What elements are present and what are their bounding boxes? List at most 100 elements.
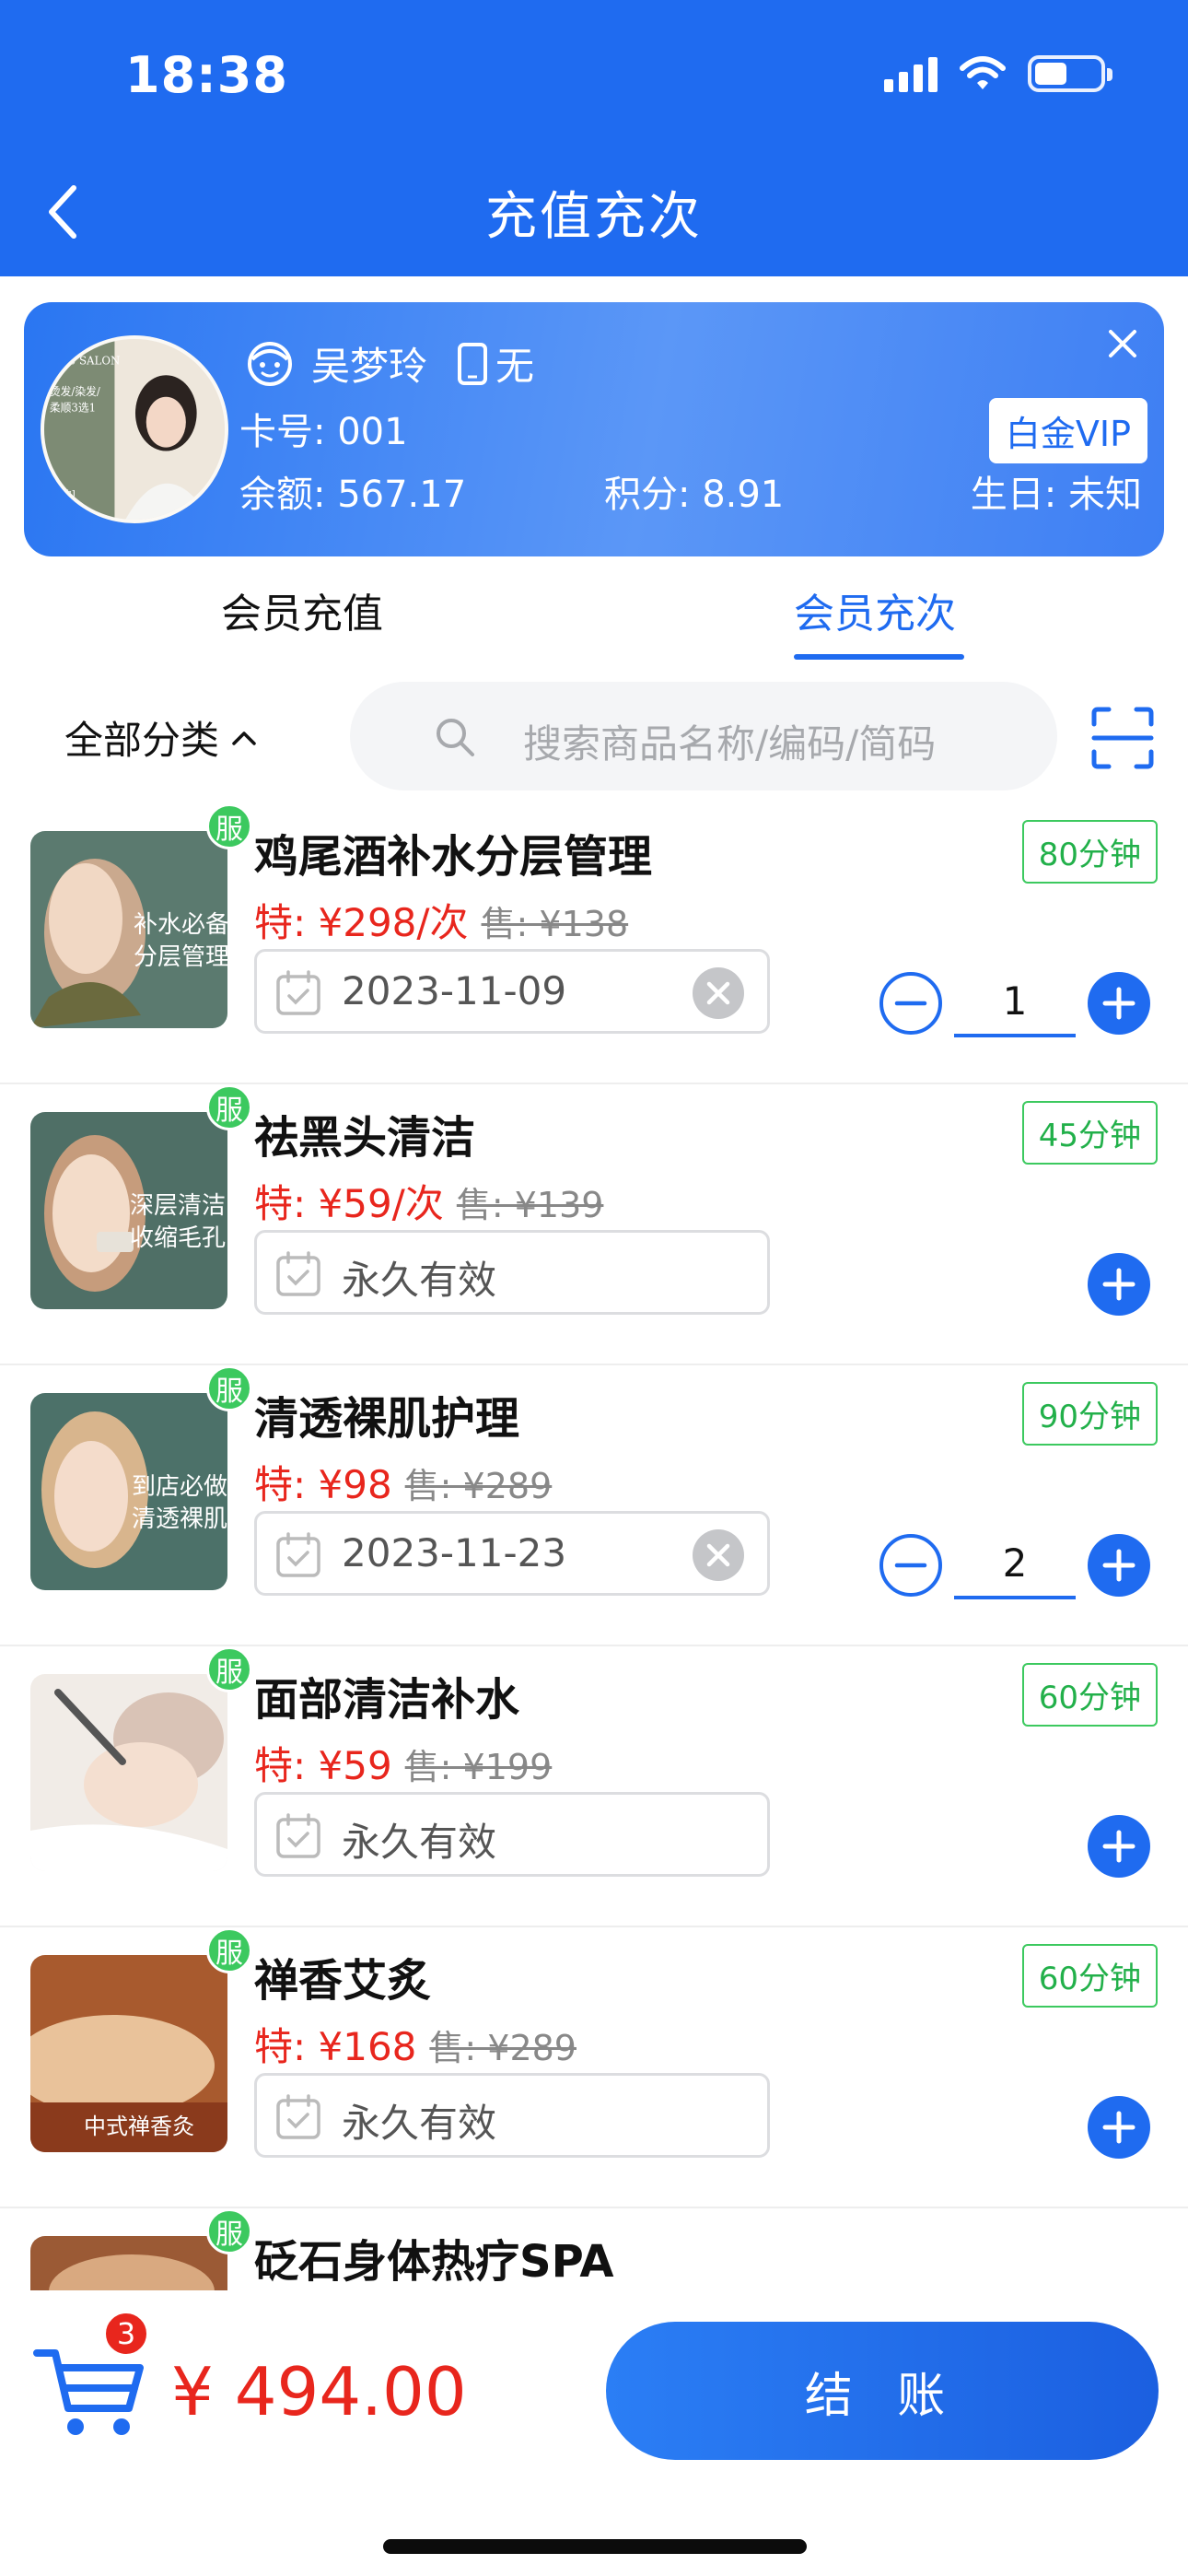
product-name: 清透裸肌护理: [254, 1393, 520, 1445]
service-badge: 服: [206, 803, 252, 849]
battery-icon: [1028, 55, 1112, 92]
special-price: 特: ¥298/次: [254, 900, 469, 945]
page-title: 充值充次: [485, 187, 703, 247]
category-dropdown[interactable]: 全部分类: [64, 709, 258, 766]
product-thumbnail: 深层清洁 收缩毛孔: [30, 1112, 227, 1309]
product-item[interactable]: 补水必备 分层管理 服 鸡尾酒补水分层管理 80分钟 特: ¥298/次 售: ¥…: [0, 803, 1188, 1084]
svg-text:收缩毛孔: 收缩毛孔: [130, 1224, 226, 1252]
validity-date-picker[interactable]: 永久有效: [254, 2073, 770, 2158]
search-icon: [437, 719, 474, 756]
cart-count-badge: 3: [103, 2311, 149, 2357]
validity-text: 永久有效: [342, 2101, 497, 2146]
calendar-icon: [276, 1251, 320, 1296]
user-face-icon: [248, 341, 292, 386]
chevron-up-icon: [232, 731, 256, 745]
calendar-icon: [276, 2094, 320, 2139]
decrease-quantity-button[interactable]: [879, 971, 943, 1036]
price-line: 特: ¥59/次 售: ¥139: [254, 1173, 603, 1229]
svg-text:烫发/染发/: 烫发/染发/: [50, 385, 100, 398]
phone-icon: [458, 342, 488, 385]
validity-text: 2023-11-23: [342, 1530, 567, 1575]
duration-tag: 80分钟: [1021, 820, 1158, 884]
service-badge: 服: [206, 1927, 252, 1973]
service-badge: 服: [206, 2208, 252, 2254]
svg-text:分层管理: 分层管理: [134, 943, 227, 971]
original-price: 售: ¥139: [456, 1185, 604, 1225]
increase-quantity-button[interactable]: [1087, 1814, 1151, 1879]
validity-date-picker[interactable]: 永久有效: [254, 1792, 770, 1877]
calendar-icon: [276, 1532, 320, 1577]
duration-tag: 45分钟: [1021, 1101, 1158, 1165]
calendar-icon: [276, 1813, 320, 1858]
service-badge: 服: [206, 1365, 252, 1411]
active-tab-indicator: [794, 654, 964, 660]
product-item[interactable]: 中式禅香灸 服 禅香艾炙 60分钟 特: ¥168 售: ¥289 永久有效: [0, 1927, 1188, 2208]
product-item[interactable]: 服 面部清洁补水 60分钟 特: ¥59 售: ¥199 永久有效: [0, 1646, 1188, 1927]
vip-level-badge: 白金VIP: [988, 398, 1147, 463]
clear-icon[interactable]: [692, 966, 745, 1020]
special-price: 特: ¥59: [254, 1743, 392, 1788]
validity-text: 永久有效: [342, 1820, 497, 1865]
app-header: 18:38 充值充次: [0, 0, 1188, 276]
product-name: 面部清洁补水: [254, 1674, 520, 1726]
close-icon[interactable]: [1101, 322, 1144, 365]
product-name: 祛黑头清洁: [254, 1112, 476, 1164]
product-thumbnail: 中式禅香灸: [30, 1955, 227, 2152]
calendar-icon: [276, 970, 320, 1015]
status-icons: [884, 55, 1112, 92]
service-badge: 服: [206, 1646, 252, 1692]
member-name: 吴梦玲: [311, 344, 428, 389]
duration-tag: 60分钟: [1021, 1663, 1158, 1727]
member-card-number: 卡号: 001: [239, 411, 408, 453]
member-points: 积分: 8.91: [604, 474, 785, 516]
svg-text:[爆款]: [爆款]: [48, 488, 76, 500]
quantity-field[interactable]: 1: [954, 969, 1076, 1037]
member-balance: 余额: 567.17: [239, 474, 467, 516]
svg-text:柔顺3选1: 柔顺3选1: [50, 401, 96, 414]
tab-member-recharge[interactable]: 会员充值: [221, 580, 383, 639]
svg-text:清透裸肌: 清透裸肌: [132, 1505, 227, 1533]
checkout-bar: 3 ¥ 494.00 结 账: [0, 2290, 1188, 2576]
svg-text:到店必做: 到店必做: [132, 1473, 227, 1501]
svg-text:深层清洁: 深层清洁: [130, 1192, 226, 1220]
increase-quantity-button[interactable]: [1087, 1533, 1151, 1598]
product-name: 禅香艾炙: [254, 1955, 432, 2007]
quantity-field[interactable]: 2: [954, 1531, 1076, 1599]
validity-date-picker[interactable]: 2023-11-23: [254, 1511, 770, 1596]
svg-text:Y·10 SALON: Y·10 SALON: [51, 354, 120, 367]
price-line: 特: ¥59 售: ¥199: [254, 1735, 552, 1791]
product-item[interactable]: 到店必做 清透裸肌 服 清透裸肌护理 90分钟 特: ¥98 售: ¥289 20…: [0, 1365, 1188, 1646]
duration-tag: 90分钟: [1021, 1382, 1158, 1446]
original-price: 售: ¥289: [429, 2028, 577, 2068]
original-price: 售: ¥289: [404, 1466, 553, 1506]
search-placeholder: 搜索商品名称/编码/简码: [523, 721, 937, 767]
special-price: 特: ¥98: [254, 1462, 392, 1507]
validity-date-picker[interactable]: 2023-11-09: [254, 949, 770, 1034]
tab-member-count[interactable]: 会员充次: [794, 580, 956, 639]
increase-quantity-button[interactable]: [1087, 2095, 1151, 2160]
search-input[interactable]: 搜索商品名称/编码/简码: [350, 682, 1057, 790]
member-stats: 余额: 567.17 积分: 8.91 生日: 未知: [239, 464, 1142, 518]
svg-text:补水必备: 补水必备: [134, 911, 227, 939]
duration-tag: 60分钟: [1021, 1944, 1158, 2008]
scan-icon[interactable]: [1090, 706, 1155, 770]
special-price: 特: ¥168: [254, 2024, 417, 2069]
special-price: 特: ¥59/次: [254, 1181, 444, 1226]
cellular-signal-icon: [884, 55, 938, 92]
decrease-quantity-button[interactable]: [879, 1533, 943, 1598]
increase-quantity-button[interactable]: [1087, 1252, 1151, 1317]
svg-text:中式禅香灸: 中式禅香灸: [84, 2113, 194, 2139]
validity-date-picker[interactable]: 永久有效: [254, 1230, 770, 1315]
original-price: 售: ¥199: [404, 1747, 553, 1787]
validity-text: 永久有效: [342, 1258, 497, 1303]
price-line: 特: ¥298/次 售: ¥138: [254, 892, 628, 948]
clear-icon[interactable]: [692, 1528, 745, 1582]
member-identity: 吴梦玲 无: [245, 335, 534, 392]
increase-quantity-button[interactable]: [1087, 971, 1151, 1036]
member-birthday: 生日: 未知: [970, 474, 1142, 516]
product-name: 砭石身体热疗SPA: [254, 2236, 614, 2288]
service-badge: 服: [206, 1084, 252, 1130]
original-price: 售: ¥138: [481, 904, 629, 944]
checkout-button[interactable]: 结 账: [606, 2322, 1159, 2460]
product-item[interactable]: 深层清洁 收缩毛孔 服 祛黑头清洁 45分钟 特: ¥59/次 售: ¥139 永…: [0, 1084, 1188, 1365]
